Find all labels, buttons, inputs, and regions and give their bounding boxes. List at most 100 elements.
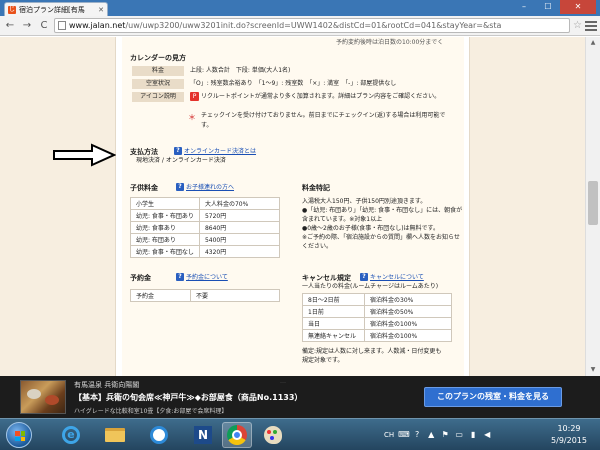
system-clock[interactable]: 10:29 5/9/2015: [546, 423, 592, 447]
deposit-heading: 予約金: [130, 274, 151, 282]
table-row: 8日〜2日前 宿泊料金の30%: [302, 293, 452, 306]
table-row: 当日 宿泊料金の100%: [302, 317, 452, 330]
taskbar-chrome[interactable]: [222, 422, 252, 448]
cancel-link[interactable]: キャンセルについて: [370, 274, 424, 281]
child-info-link-wrap[interactable]: ? お子様連れの方へ: [176, 182, 234, 191]
banner-faded-text: …: [280, 378, 286, 385]
tab-title: 宿泊プラン詳細[有馬: [19, 5, 85, 14]
hamburger-menu-icon[interactable]: [585, 20, 597, 31]
address-bar[interactable]: www.jalan.net/uw/uwp3200/uww3201init.do?…: [54, 18, 571, 33]
table-row: 幼児: 布団あり 5400円: [130, 233, 281, 246]
table-cell: 5720円: [198, 209, 281, 222]
language-indicator[interactable]: CH: [384, 431, 394, 439]
page-column: 予約変約後時は泊日数の10:00分までく カレンダーの見方 料金 上段: 人数合…: [115, 37, 470, 376]
plan-title[interactable]: 【基本】兵衛の旬会席≪神戸牛≫◆お部屋食（商品No.1133）: [74, 392, 302, 403]
table-cell: 4320円: [198, 245, 281, 258]
browser-toolbar: ← → C www.jalan.net/uw/uwp3200/uww3201in…: [0, 16, 600, 36]
plan-banner: … 有馬温泉 兵衛向陽閣 【基本】兵衛の旬会席≪神戸牛≫◆お部屋食（商品No.1…: [0, 376, 600, 418]
checkin-note-mark: ＊: [188, 113, 196, 122]
recruit-point-icon: P: [190, 92, 199, 101]
taskbar-paint[interactable]: [258, 422, 288, 448]
table-row: 無連絡キャンセル 宿泊料金の100%: [302, 329, 452, 342]
check-availability-button[interactable]: このプランの残室・料金を見る: [424, 387, 562, 407]
vertical-scrollbar[interactable]: ▲ ▼: [585, 37, 600, 376]
table-cell: 大人料金の70%: [198, 197, 281, 210]
table-cell: 幼児: 布団あり: [130, 233, 200, 246]
help-tray-icon[interactable]: ?: [412, 430, 422, 440]
scroll-thumb[interactable]: [588, 181, 598, 225]
legend-label: 空室状況: [132, 79, 184, 89]
table-row: 幼児: 食事あり 8640円: [130, 221, 281, 234]
plan-thumbnail[interactable]: [20, 380, 66, 414]
table-row: 小学生 大人料金の70%: [130, 197, 281, 210]
start-button[interactable]: [6, 422, 32, 448]
help-icon: ?: [360, 273, 368, 281]
child-info-link[interactable]: お子様連れの方へ: [186, 184, 234, 191]
flag-icon[interactable]: ⚑: [440, 430, 450, 440]
ie-icon: e: [62, 426, 80, 444]
deposit-link-wrap[interactable]: ? 予約金について: [176, 272, 228, 281]
back-icon[interactable]: ←: [3, 19, 17, 33]
annotation-arrow-icon: [53, 143, 116, 167]
jalan-favicon-icon: じ: [8, 5, 16, 14]
windows-taskbar: e N CH ⌨ ? ▲ ⚑ ▭ ▮ ◀ 10:29 5/9/2015: [0, 418, 600, 450]
bookmark-star-icon[interactable]: ☆: [573, 20, 582, 31]
clock-time: 10:29: [557, 424, 581, 433]
table-row: 1日前 宿泊料金の50%: [302, 305, 452, 318]
maximize-icon[interactable]: ☐: [536, 0, 560, 14]
reload-icon[interactable]: C: [37, 19, 51, 33]
cancel-link-wrap[interactable]: ? キャンセルについて: [360, 272, 424, 281]
help-icon: ?: [176, 273, 184, 281]
table-cell: 5400円: [198, 233, 281, 246]
legend-row-vacancy: 空室状況 「O」: 残室数余裕あり 「1〜9」: 残室数 「×」: 満室 「-」…: [132, 79, 396, 89]
minimize-icon[interactable]: –: [512, 0, 536, 14]
taskbar-explorer[interactable]: [100, 422, 130, 448]
tray-expand-icon[interactable]: ▲: [426, 430, 436, 440]
table-cell: 8日〜2日前: [302, 293, 365, 306]
deposit-table: 予約金 不要: [130, 289, 280, 302]
legend-label: アイコン説明: [132, 92, 184, 102]
table-row: 幼児: 食事・布団なし 4320円: [130, 245, 281, 258]
table-cell: 宿泊料金の50%: [364, 305, 452, 318]
windows-logo-icon: [15, 431, 25, 441]
legend-row-price: 料金 上段: 人数合計 下段: 単価(大人1名): [132, 66, 290, 76]
fee-notes-heading: 料金特記: [302, 184, 330, 192]
browser-tab[interactable]: じ 宿泊プラン詳細[有馬 ✕: [4, 2, 108, 16]
help-icon: ?: [176, 183, 184, 191]
payment-method-value: 現地決済 / オンラインカード決済: [136, 157, 226, 164]
scroll-up-icon[interactable]: ▲: [586, 37, 600, 49]
checkin-note-line-1: チェックインを受け付けておりません。前日までにチェックイン(返)する場合は利用可…: [201, 112, 446, 119]
legend-row-icon: アイコン説明 P リクルートポイントが通常より多く加算されます。詳細はプラン内容を…: [132, 92, 440, 102]
top-cutoff-note: 予約変約後時は泊日数の10:00分までく: [336, 39, 444, 46]
taskbar-qq[interactable]: [144, 422, 174, 448]
tab-close-icon[interactable]: ✕: [98, 6, 104, 14]
taskbar-ie[interactable]: e: [56, 422, 86, 448]
table-cell: 宿泊料金の100%: [364, 329, 452, 342]
paint-icon: [264, 426, 282, 444]
cancel-policy-note: 備定:規定は人数に対し来ます。人数減・日付変更も 規定対象です。: [302, 348, 442, 364]
table-cell: 宿泊料金の100%: [364, 317, 452, 330]
taskbar-n-app[interactable]: N: [188, 422, 218, 448]
checkin-note-line-2: す。: [201, 122, 213, 129]
table-cell: 幼児: 食事・布団なし: [130, 245, 200, 258]
legend-text: P リクルートポイントが通常より多く加算されます。詳細はプラン内容をご確認ください…: [190, 92, 440, 102]
forward-icon[interactable]: →: [20, 19, 34, 33]
table-cell: 幼児: 食事あり: [130, 221, 200, 234]
table-cell: 無連絡キャンセル: [302, 329, 365, 342]
table-cell: 小学生: [130, 197, 200, 210]
cancel-subheading: 一人当たりの料金(ルームチャージはルームあたり): [302, 283, 439, 290]
deposit-link[interactable]: 予約金について: [186, 274, 228, 281]
battery-icon[interactable]: ▭: [454, 430, 464, 440]
system-tray: CH ⌨ ? ▲ ⚑ ▭ ▮ ◀: [384, 419, 492, 450]
online-card-link-wrap[interactable]: ? オンラインカード決済とは: [174, 146, 256, 155]
network-icon[interactable]: ▮: [468, 430, 478, 440]
volume-icon[interactable]: ◀: [482, 430, 492, 440]
legend-text: 「O」: 残室数余裕あり 「1〜9」: 残室数 「×」: 満室 「-」: 部屋提…: [190, 80, 397, 87]
keyboard-icon[interactable]: ⌨: [398, 430, 410, 440]
chrome-icon: [227, 425, 247, 445]
page-icon: [58, 21, 66, 30]
online-card-link[interactable]: オンラインカード決済とは: [184, 148, 256, 155]
table-cell: 不要: [190, 289, 280, 302]
window-close-icon[interactable]: ✕: [560, 0, 596, 14]
scroll-down-icon[interactable]: ▼: [586, 364, 600, 376]
